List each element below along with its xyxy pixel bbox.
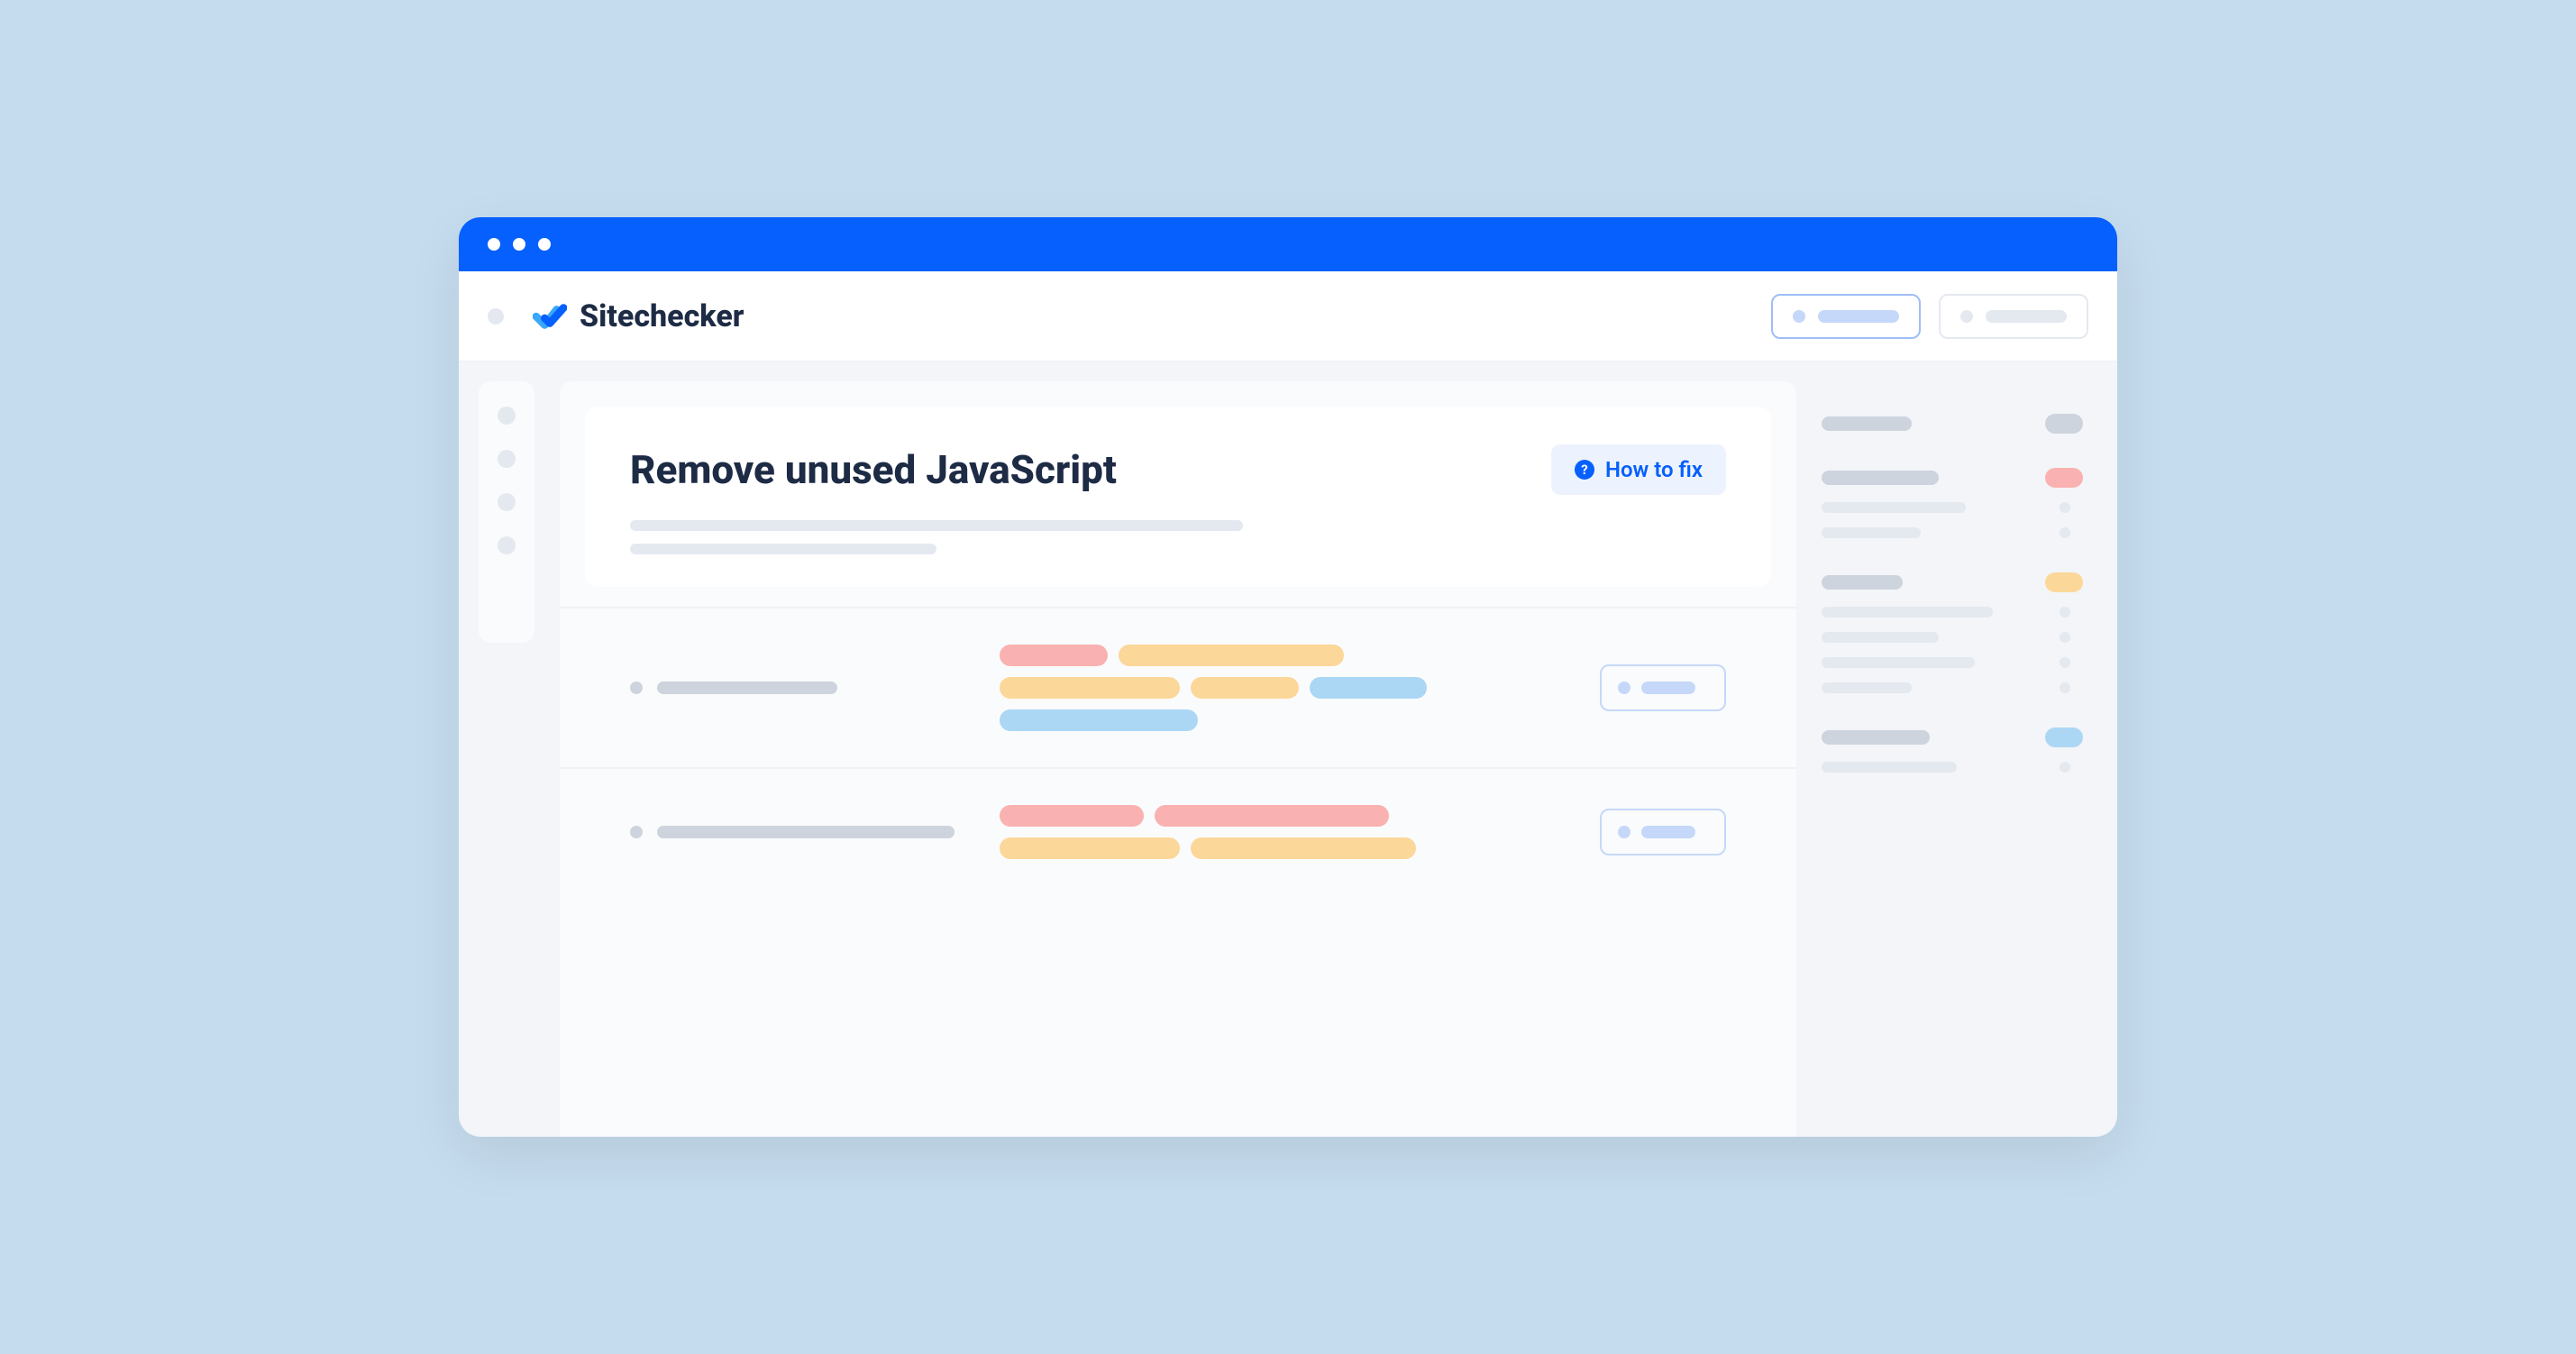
count-badge	[2045, 468, 2083, 488]
url-skeleton	[657, 682, 837, 694]
window-titlebar	[459, 217, 2117, 271]
tag	[1000, 645, 1108, 666]
menu-toggle-icon[interactable]	[488, 308, 504, 325]
placeholder-label	[1818, 310, 1899, 323]
page-title: Remove unused JavaScript	[630, 446, 1117, 493]
row-tags	[1000, 645, 1468, 731]
url-skeleton	[657, 826, 955, 838]
issue-row	[560, 607, 1796, 767]
row-action-button[interactable]	[1600, 664, 1726, 711]
placeholder-icon	[1793, 310, 1805, 323]
count-badge	[2045, 572, 2083, 592]
summary-group	[1822, 572, 2083, 693]
how-to-fix-button[interactable]: ? How to fix	[1551, 444, 1726, 495]
sidebar-rail	[479, 381, 534, 643]
tag	[1310, 677, 1427, 699]
group-title-skeleton	[1822, 471, 1939, 485]
row-url[interactable]	[630, 682, 973, 694]
count-badge	[2045, 727, 2083, 747]
bullet-icon	[630, 682, 643, 694]
tag	[1191, 837, 1416, 859]
brand-logo[interactable]: Sitechecker	[533, 298, 744, 334]
issue-list	[560, 607, 1796, 895]
header-secondary-button[interactable]	[1939, 294, 2088, 339]
bullet-icon	[630, 826, 643, 838]
placeholder-label	[1986, 310, 2067, 323]
summary-group	[1822, 468, 2083, 538]
summary-item[interactable]	[1822, 502, 2083, 513]
sidebar-item[interactable]	[498, 450, 516, 468]
window-control-maximize[interactable]	[538, 238, 551, 251]
row-action-button[interactable]	[1600, 809, 1726, 855]
description-skeleton	[630, 520, 1243, 531]
summary-item[interactable]	[1822, 682, 2083, 693]
app-header: Sitechecker	[459, 271, 2117, 361]
sidebar-item[interactable]	[498, 407, 516, 425]
issue-row	[560, 767, 1796, 895]
tag	[1000, 805, 1144, 827]
how-to-fix-label: How to fix	[1605, 457, 1703, 482]
placeholder-icon	[1960, 310, 1973, 323]
summary-item[interactable]	[1822, 607, 2083, 618]
summary-item[interactable]	[1822, 527, 2083, 538]
tag	[1119, 645, 1344, 666]
tag	[1155, 805, 1389, 827]
summary-item[interactable]	[1822, 762, 2083, 773]
window-control-close[interactable]	[488, 238, 500, 251]
row-tags	[1000, 805, 1468, 859]
issue-card: Remove unused JavaScript ? How to fix	[585, 407, 1771, 587]
app-body: Remove unused JavaScript ? How to fix	[459, 361, 2117, 1137]
count-badge	[2045, 414, 2083, 434]
placeholder-icon	[1618, 682, 1631, 694]
summary-item[interactable]	[1822, 632, 2083, 643]
checkmark-icon	[533, 299, 567, 334]
summary-group	[1822, 727, 2083, 773]
tag	[1191, 677, 1299, 699]
group-title-skeleton	[1822, 575, 1903, 590]
right-sidebar	[1822, 381, 2092, 1137]
row-url[interactable]	[630, 826, 973, 838]
placeholder-label	[1641, 682, 1695, 694]
window-control-minimize[interactable]	[513, 238, 525, 251]
brand-name: Sitechecker	[580, 298, 744, 334]
group-title-skeleton	[1822, 730, 1930, 745]
main-panel: Remove unused JavaScript ? How to fix	[560, 381, 1796, 1137]
tag	[1000, 677, 1180, 699]
placeholder-label	[1641, 826, 1695, 838]
summary-group	[1822, 414, 2083, 434]
help-icon: ?	[1575, 460, 1594, 480]
tag	[1000, 709, 1198, 731]
header-primary-button[interactable]	[1771, 294, 1921, 339]
app-window: Sitechecker Remove unused JavaScript ?	[459, 217, 2117, 1137]
sidebar-item[interactable]	[498, 493, 516, 511]
sidebar-item[interactable]	[498, 536, 516, 554]
group-title-skeleton	[1822, 416, 1912, 431]
placeholder-icon	[1618, 826, 1631, 838]
tag	[1000, 837, 1180, 859]
description-skeleton	[630, 544, 936, 554]
summary-item[interactable]	[1822, 657, 2083, 668]
